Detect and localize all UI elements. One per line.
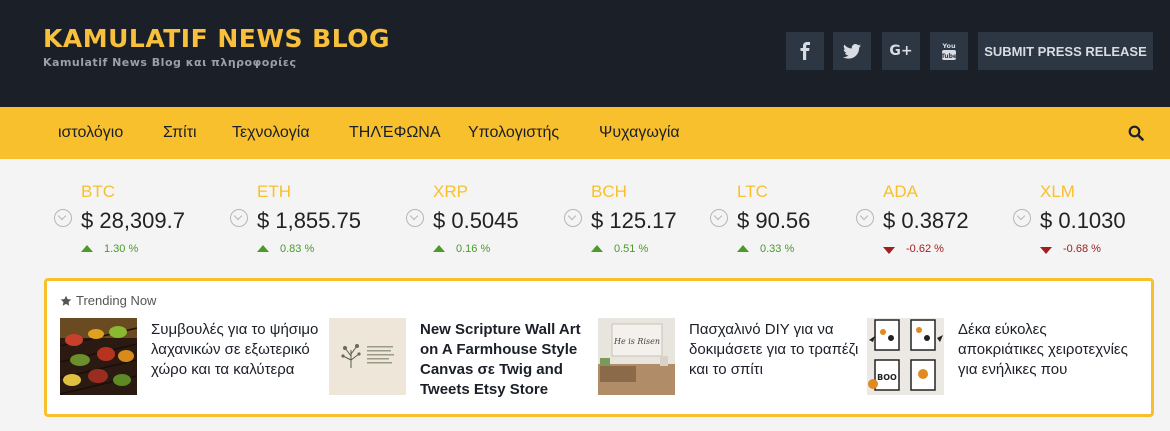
ticker-item-eth[interactable]: ETH $ 1,855.75 0.83 %: [230, 159, 390, 269]
ticker-item-xrp[interactable]: XRP $ 0.5045 0.16 %: [406, 159, 566, 269]
trending-now-panel: Trending Now Συμβουλές για το ψήσιμο λαχ…: [44, 278, 1154, 417]
trending-heading: Trending Now: [60, 293, 156, 308]
arrow-up-icon: [591, 245, 603, 252]
chevron-circle-icon: [564, 209, 582, 227]
arrow-up-icon: [737, 245, 749, 252]
trending-thumbnail[interactable]: [329, 318, 406, 395]
trending-heading-label: Trending Now: [76, 293, 157, 308]
ticker-item-xlm[interactable]: XLM $ 0.1030 -0.68 %: [1013, 159, 1170, 269]
chevron-circle-icon: [710, 209, 728, 227]
trending-title[interactable]: Δέκα εύκολες αποκριάτικες χειροτεχνίες γ…: [958, 320, 1130, 380]
chevron-circle-icon: [54, 209, 72, 227]
coin-symbol: LTC: [737, 182, 768, 201]
site-title[interactable]: KAMULATIF NEWS BLOG: [43, 24, 390, 53]
main-nav: ιστολόγιο Σπίτι Τεχνολογία ΤΗΛΈΦΩΝΑ Υπολ…: [0, 107, 1170, 159]
coin-symbol: XRP: [433, 182, 468, 201]
youtube-icon: You Tube: [941, 42, 957, 60]
coin-symbol: XLM: [1040, 182, 1075, 201]
arrow-up-icon: [257, 245, 269, 252]
chevron-circle-icon: [406, 209, 424, 227]
he-is-risen-sign: He is Risen: [613, 337, 660, 346]
submit-press-release-button[interactable]: SUBMIT PRESS RELEASE: [978, 32, 1153, 70]
coin-price: $ 28,309.7: [81, 208, 185, 233]
chevron-circle-icon: [1013, 209, 1031, 227]
crypto-ticker: BTC $ 28,309.7 1.30 % ETH $ 1,855.75 0.8…: [0, 159, 1170, 274]
coin-change: -0.62 %: [906, 243, 944, 255]
svg-text:You: You: [941, 42, 956, 50]
coin-change: 0.16 %: [456, 243, 491, 255]
google-plus-icon: G+: [889, 43, 913, 59]
trending-item[interactable]: BOO Δέκα εύκολες αποκριάτικες χειροτεχνί…: [867, 318, 1132, 398]
ticker-item-ltc[interactable]: LTC $ 90.56 0.33 %: [710, 159, 870, 269]
twitter-icon: [843, 43, 861, 59]
site-tagline: Kamulatif News Blog και πληροφορίες: [43, 56, 297, 69]
nav-item-phones[interactable]: ΤΗΛΈΦΩΝΑ: [349, 124, 441, 142]
twitter-button[interactable]: [833, 32, 871, 70]
facebook-button[interactable]: [786, 32, 824, 70]
coin-symbol: BTC: [81, 182, 115, 201]
chevron-circle-icon: [230, 209, 248, 227]
trending-title[interactable]: Πασχαλινό DIY για να δοκιμάσετε για το τ…: [689, 320, 861, 380]
facebook-icon: [800, 42, 810, 60]
boo-sign: BOO: [877, 373, 897, 382]
coin-price: $ 125.17: [591, 208, 677, 233]
nav-item-blog[interactable]: ιστολόγιο: [58, 124, 123, 142]
arrow-down-icon: [883, 247, 895, 254]
coin-price: $ 0.5045: [433, 208, 519, 233]
chevron-circle-icon: [856, 209, 874, 227]
coin-symbol: ETH: [257, 182, 291, 201]
coin-price: $ 0.1030: [1040, 208, 1126, 233]
site-header: KAMULATIF NEWS BLOG Kamulatif News Blog …: [0, 0, 1170, 107]
nav-item-entertainment[interactable]: Ψυχαγωγία: [599, 124, 680, 142]
nav-item-computer[interactable]: Υπολογιστής: [468, 124, 559, 142]
coin-symbol: ADA: [883, 182, 918, 201]
coin-price: $ 0.3872: [883, 208, 969, 233]
star-icon: [60, 295, 72, 306]
coin-price: $ 1,855.75: [257, 208, 361, 233]
ticker-item-bch[interactable]: BCH $ 125.17 0.51 %: [564, 159, 724, 269]
coin-change: 0.51 %: [614, 243, 649, 255]
coin-change: 1.30 %: [104, 243, 139, 255]
svg-text:Tube: Tube: [941, 53, 957, 60]
arrow-down-icon: [1040, 247, 1052, 254]
trending-title[interactable]: New Scripture Wall Art on A Farmhouse St…: [420, 320, 592, 400]
arrow-up-icon: [433, 245, 445, 252]
coin-change: -0.68 %: [1063, 243, 1101, 255]
trending-item[interactable]: He is Risen Πασχαλινό DIY για να δοκιμάσ…: [598, 318, 863, 398]
nav-item-home[interactable]: Σπίτι: [163, 124, 197, 142]
search-icon[interactable]: [1128, 125, 1144, 141]
nav-item-technology[interactable]: Τεχνολογία: [232, 124, 310, 142]
trending-item[interactable]: Συμβουλές για το ψήσιμο λαχανικών σε εξω…: [60, 318, 325, 398]
coin-price: $ 90.56: [737, 208, 811, 233]
ticker-item-btc[interactable]: BTC $ 28,309.7 1.30 %: [54, 159, 214, 269]
coin-change: 0.33 %: [760, 243, 795, 255]
ticker-item-ada[interactable]: ADA $ 0.3872 -0.62 %: [856, 159, 1016, 269]
trending-thumbnail[interactable]: BOO: [867, 318, 944, 395]
coin-change: 0.83 %: [280, 243, 315, 255]
google-plus-button[interactable]: G+: [882, 32, 920, 70]
trending-thumbnail[interactable]: He is Risen: [598, 318, 675, 395]
trending-title[interactable]: Συμβουλές για το ψήσιμο λαχανικών σε εξω…: [151, 320, 323, 380]
arrow-up-icon: [81, 245, 93, 252]
trending-thumbnail[interactable]: [60, 318, 137, 395]
coin-symbol: BCH: [591, 182, 627, 201]
trending-item[interactable]: New Scripture Wall Art on A Farmhouse St…: [329, 318, 594, 398]
youtube-button[interactable]: You Tube: [930, 32, 968, 70]
